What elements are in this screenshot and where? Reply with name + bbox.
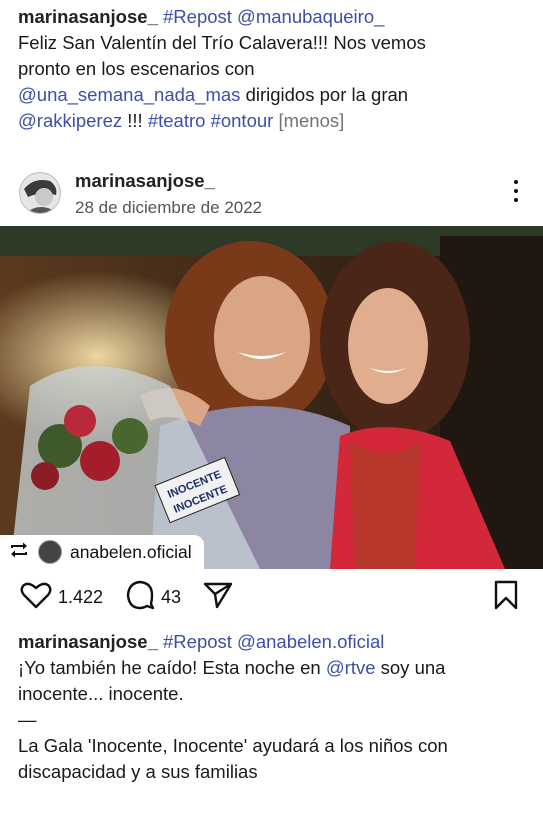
caption-line-5: @rakkiperez !!! #teatro #ontour [menos] <box>18 108 529 134</box>
comment-action[interactable]: 43 <box>125 580 181 615</box>
more-options-icon[interactable] <box>513 180 519 204</box>
repost-avatar <box>38 540 62 564</box>
bookmark-icon[interactable] <box>493 580 519 615</box>
post-username[interactable]: marinasanjose_ <box>75 170 215 192</box>
caption-line-2: Feliz San Valentín del Trío Calavera!!! … <box>18 32 426 53</box>
like-action[interactable]: 1.422 <box>20 580 103 615</box>
comment-count[interactable]: 43 <box>161 587 181 608</box>
caption-line-1: marinasanjose_ #Repost @anabelen.oficial <box>18 629 529 655</box>
share-action[interactable] <box>203 580 233 615</box>
avatar[interactable] <box>19 172 61 214</box>
caption-username[interactable]: marinasanjose_ <box>18 6 158 27</box>
less-link[interactable]: [menos] <box>278 110 344 131</box>
mention-una-semana[interactable]: @una_semana_nada_mas <box>18 84 240 105</box>
like-count[interactable]: 1.422 <box>58 587 103 608</box>
caption-line-4: @una_semana_nada_mas dirigidos por la gr… <box>18 82 529 108</box>
caption-line-3: pronto en los escenarios con <box>18 58 255 79</box>
repost-icon <box>8 541 30 564</box>
caption-line-1: marinasanjose_ #Repost @manubaqueiro_ <box>18 4 529 30</box>
mention-rtve[interactable]: @rtve <box>326 657 376 678</box>
post-photo[interactable]: INOCENTE INOCENTE <box>0 226 543 569</box>
caption-dash: — <box>18 709 37 730</box>
caption-line-5: discapacidad y a sus familias <box>18 761 258 782</box>
post-header: marinasanjose_ 28 de diciembre de 2022 <box>0 160 543 226</box>
hashtags[interactable]: #teatro #ontour <box>148 110 273 131</box>
caption-text: ¡Yo también he caído! Esta noche en <box>18 657 326 678</box>
action-bar: 1.422 43 <box>0 580 543 620</box>
caption-text: soy una <box>375 657 446 678</box>
caption-text: !!! <box>122 110 148 131</box>
post-date: 28 de diciembre de 2022 <box>75 198 263 217</box>
bottom-caption: marinasanjose_ #Repost @anabelen.oficial… <box>18 629 529 785</box>
caption-line-3: inocente... inocente. <box>18 683 184 704</box>
photo-illustration: INOCENTE INOCENTE <box>0 226 543 569</box>
caption-text: dirigidos por la gran <box>240 84 409 105</box>
caption-username[interactable]: marinasanjose_ <box>18 631 158 652</box>
mention-rakkiperez[interactable]: @rakkiperez <box>18 110 122 131</box>
top-caption: marinasanjose_ #Repost @manubaqueiro_ Fe… <box>18 4 529 134</box>
repost-badge[interactable]: anabelen.oficial <box>0 535 204 569</box>
repost-hashtag[interactable]: #Repost <box>163 631 232 652</box>
repost-mention[interactable]: @anabelen.oficial <box>237 631 384 652</box>
heart-icon[interactable] <box>20 580 52 615</box>
repost-account[interactable]: anabelen.oficial <box>70 542 192 563</box>
save-action[interactable] <box>493 580 519 615</box>
comment-icon[interactable] <box>125 580 155 615</box>
share-icon[interactable] <box>203 580 233 615</box>
caption-line-4: La Gala 'Inocente, Inocente' ayudará a l… <box>18 735 448 756</box>
caption-line-2: ¡Yo también he caído! Esta noche en @rtv… <box>18 655 529 681</box>
repost-mention[interactable]: @manubaqueiro_ <box>237 6 384 27</box>
repost-hashtag[interactable]: #Repost <box>163 6 232 27</box>
